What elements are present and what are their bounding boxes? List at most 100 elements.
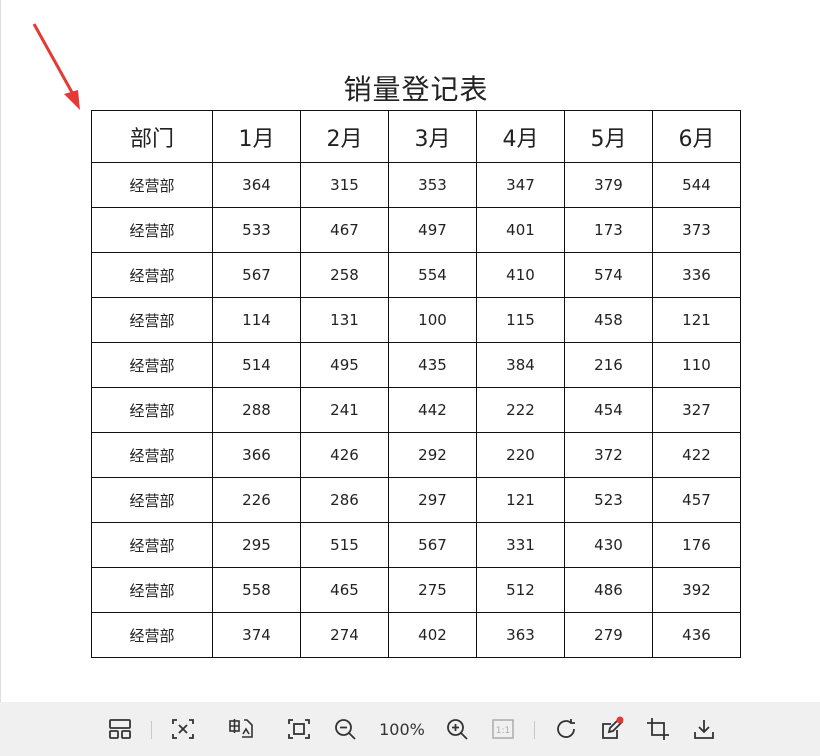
sales-value-cell: 366 — [212, 432, 301, 478]
sales-value-cell: 222 — [476, 387, 565, 433]
sales-value-cell: 567 — [388, 522, 477, 568]
sales-value-cell: 121 — [652, 297, 741, 343]
sales-value-cell: 410 — [476, 252, 565, 298]
sales-value-cell: 173 — [564, 207, 653, 253]
sales-value-cell: 514 — [212, 342, 301, 388]
download-icon[interactable] — [690, 715, 718, 743]
layout-icon[interactable] — [106, 715, 134, 743]
header-mar: 3月 — [388, 110, 477, 163]
department-cell: 经营部 — [91, 342, 213, 388]
sales-value-cell: 467 — [300, 207, 389, 253]
sales-value-cell: 442 — [388, 387, 477, 433]
department-cell: 经营部 — [91, 207, 213, 253]
department-cell: 经营部 — [91, 162, 213, 208]
sales-value-cell: 364 — [212, 162, 301, 208]
department-cell: 经营部 — [91, 612, 213, 658]
sales-value-cell: 574 — [564, 252, 653, 298]
department-cell: 经营部 — [91, 522, 213, 568]
sales-value-cell: 402 — [388, 612, 477, 658]
sales-value-cell: 465 — [300, 567, 389, 613]
sales-value-cell: 327 — [652, 387, 741, 433]
table-header-row: 部门 1月 2月 3月 4月 5月 6月 — [91, 110, 741, 163]
table-row: 经营部 567 258 554 410 574 336 — [91, 252, 741, 298]
sales-value-cell: 436 — [652, 612, 741, 658]
sales-value-cell: 292 — [388, 432, 477, 478]
sales-value-cell: 454 — [564, 387, 653, 433]
ocr-icon[interactable] — [227, 715, 255, 743]
department-cell: 经营部 — [91, 297, 213, 343]
svg-text:1:1: 1:1 — [496, 726, 510, 736]
sales-value-cell: 100 — [388, 297, 477, 343]
notification-dot — [616, 716, 624, 724]
table-row: 经营部 288 241 442 222 454 327 — [91, 387, 741, 433]
table-row: 经营部 226 286 297 121 523 457 — [91, 477, 741, 523]
sales-value-cell: 426 — [300, 432, 389, 478]
sales-value-cell: 295 — [212, 522, 301, 568]
zoom-level[interactable]: 100% — [372, 716, 432, 744]
sales-value-cell: 374 — [212, 612, 301, 658]
sales-value-cell: 533 — [212, 207, 301, 253]
sales-value-cell: 121 — [476, 477, 565, 523]
sales-value-cell: 274 — [300, 612, 389, 658]
table-row: 经营部 364 315 353 347 379 544 — [91, 162, 741, 208]
sales-value-cell: 286 — [300, 477, 389, 523]
sales-value-cell: 131 — [300, 297, 389, 343]
sales-value-cell: 347 — [476, 162, 565, 208]
header-department: 部门 — [91, 110, 213, 163]
sales-value-cell: 457 — [652, 477, 741, 523]
sales-value-cell: 258 — [300, 252, 389, 298]
edit-icon[interactable] — [598, 715, 626, 743]
table-row: 经营部 295 515 567 331 430 176 — [91, 522, 741, 568]
department-cell: 经营部 — [91, 432, 213, 478]
fit-screen-icon[interactable] — [285, 715, 313, 743]
department-cell: 经营部 — [91, 477, 213, 523]
table-row: 经营部 533 467 497 401 173 373 — [91, 207, 741, 253]
sales-value-cell: 495 — [300, 342, 389, 388]
crop-icon[interactable] — [644, 715, 672, 743]
sales-value-cell: 275 — [388, 567, 477, 613]
sales-value-cell: 486 — [564, 567, 653, 613]
sales-value-cell: 114 — [212, 297, 301, 343]
zoom-in-icon[interactable] — [443, 715, 471, 743]
sales-value-cell: 363 — [476, 612, 565, 658]
table-row: 经营部 514 495 435 384 216 110 — [91, 342, 741, 388]
table-row: 经营部 114 131 100 115 458 121 — [91, 297, 741, 343]
viewer-toolbar: 100% 1:1 — [0, 702, 820, 756]
rotate-icon[interactable] — [552, 715, 580, 743]
sales-value-cell: 567 — [212, 252, 301, 298]
sales-value-cell: 288 — [212, 387, 301, 433]
sales-value-cell: 523 — [564, 477, 653, 523]
header-jan: 1月 — [212, 110, 301, 163]
department-cell: 经营部 — [91, 567, 213, 613]
table-row: 经营部 374 274 402 363 279 436 — [91, 612, 741, 658]
actual-size-icon[interactable]: 1:1 — [489, 715, 517, 743]
zoom-out-icon[interactable] — [331, 715, 359, 743]
department-cell: 经营部 — [91, 252, 213, 298]
sales-value-cell: 315 — [300, 162, 389, 208]
sales-value-cell: 241 — [300, 387, 389, 433]
table-row: 经营部 366 426 292 220 372 422 — [91, 432, 741, 478]
sales-value-cell: 392 — [652, 567, 741, 613]
sales-value-cell: 558 — [212, 567, 301, 613]
document-title: 销量登记表 — [343, 73, 489, 106]
header-apr: 4月 — [476, 110, 565, 163]
sales-value-cell: 279 — [564, 612, 653, 658]
table-row: 经营部 558 465 275 512 486 392 — [91, 567, 741, 613]
sales-value-cell: 435 — [388, 342, 477, 388]
sales-value-cell: 422 — [652, 432, 741, 478]
department-cell: 经营部 — [91, 387, 213, 433]
sales-value-cell: 216 — [564, 342, 653, 388]
sales-value-cell: 226 — [212, 477, 301, 523]
toolbar-separator — [151, 721, 152, 739]
sales-value-cell: 372 — [564, 432, 653, 478]
sales-value-cell: 544 — [652, 162, 741, 208]
sales-value-cell: 110 — [652, 342, 741, 388]
sales-value-cell: 331 — [476, 522, 565, 568]
sales-value-cell: 512 — [476, 567, 565, 613]
sales-value-cell: 515 — [300, 522, 389, 568]
fit-width-icon[interactable] — [169, 715, 197, 743]
sales-value-cell: 353 — [388, 162, 477, 208]
sales-value-cell: 373 — [652, 207, 741, 253]
sales-value-cell: 384 — [476, 342, 565, 388]
sales-value-cell: 220 — [476, 432, 565, 478]
